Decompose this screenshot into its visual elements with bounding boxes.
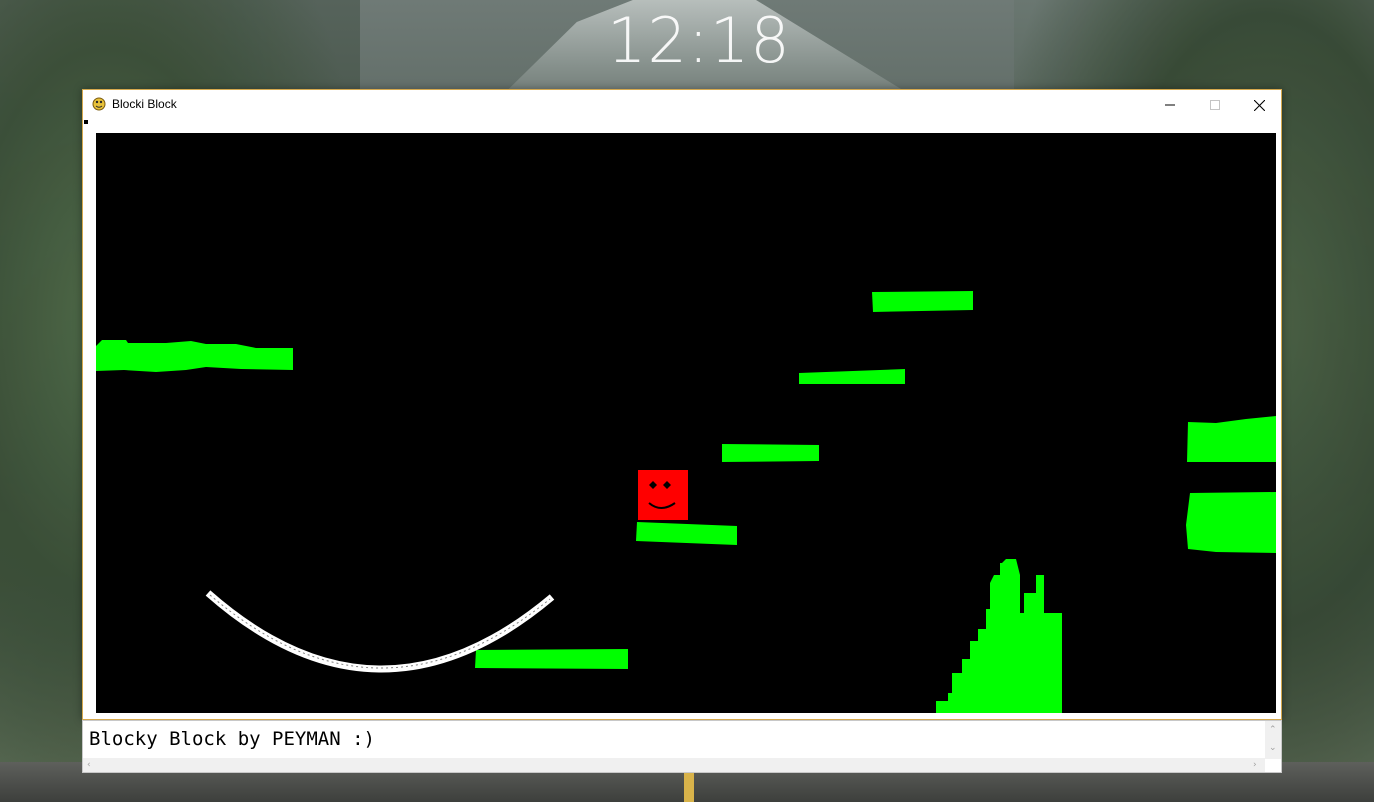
pygame-snake-icon [92,97,106,111]
green-hill-spike [936,559,1062,713]
player-block [638,470,688,520]
game-scene [96,291,1276,713]
minimize-button[interactable] [1147,90,1192,120]
game-canvas[interactable] [96,133,1276,713]
right-wall-block-upper [1187,416,1276,462]
maximize-icon [1209,100,1220,110]
close-button[interactable] [1237,90,1282,120]
scroll-up-arrow-icon[interactable]: ⌃ [1269,725,1277,735]
desktop-clock: 12:18 [607,4,791,77]
scroll-right-arrow-icon[interactable]: › [1253,760,1257,770]
scroll-left-arrow-icon[interactable]: ‹ [87,760,91,770]
right-wall-block-lower [1186,492,1276,553]
window-corner-marker [84,120,88,124]
maximize-button[interactable] [1192,90,1237,120]
window-title: Blocki Block [112,97,177,111]
platform-upper-middle [799,369,905,384]
platform-bottom [475,649,628,669]
console-output[interactable]: Blocky Block by PEYMAN :) ⌃ ⌄ ‹ › [82,720,1282,773]
platform-middle [722,444,819,462]
console-horizontal-scrollbar[interactable]: ‹ › [83,758,1265,772]
console-text: Blocky Block by PEYMAN :) [89,728,375,750]
road-line [684,772,694,802]
platform-left-ledge [96,340,293,372]
window-titlebar[interactable]: Blocki Block [83,90,1281,120]
platform-top [872,291,973,312]
console-vertical-scrollbar[interactable]: ⌃ ⌄ [1265,721,1281,759]
close-icon [1254,99,1265,111]
game-window[interactable]: Blocki Block [82,89,1282,720]
scroll-down-arrow-icon[interactable]: ⌄ [1269,743,1277,753]
minimize-icon [1164,104,1175,106]
platform-player-start [636,522,737,545]
